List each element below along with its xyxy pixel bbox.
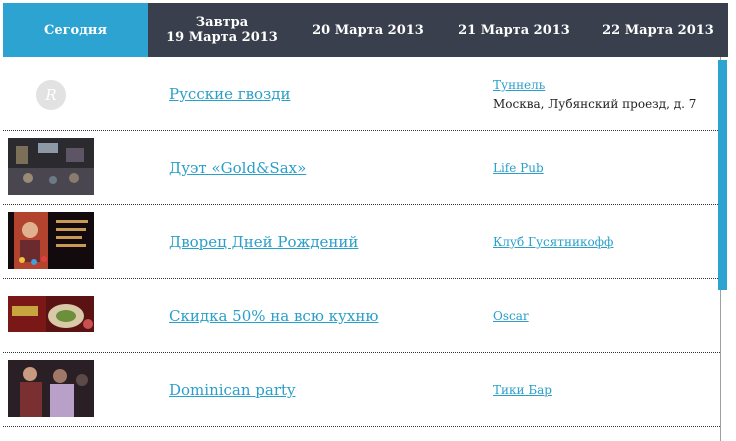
tab-march-21[interactable]: 21 Марта 2013 (440, 3, 588, 57)
tab-tomorrow-label: Завтра (195, 15, 249, 30)
tab-tomorrow-date: 19 Марта 2013 (166, 30, 278, 45)
event-title-link[interactable]: Дворец Дней Рождений (169, 233, 358, 251)
event-thumbnail[interactable] (8, 286, 94, 343)
event-venue-link[interactable]: Клуб Гусятникофф (493, 235, 613, 249)
event-row: Dominican party Тики Бар (3, 353, 720, 427)
event-title-link[interactable]: Скидка 50% на всю кухню (169, 307, 378, 325)
event-row: Дуэт «Gold&Sax» Life Pub (3, 131, 720, 205)
tab-today[interactable]: Сегодня (3, 3, 148, 57)
tab-march-20[interactable]: 20 Марта 2013 (296, 3, 440, 57)
event-row: R Русские гвозди Туннель Москва, Лубянск… (3, 57, 720, 131)
event-venue-link[interactable]: Туннель (493, 78, 545, 92)
event-venue-link[interactable]: Тики Бар (493, 383, 552, 397)
date-tabs: Сегодня Завтра 19 Марта 2013 20 Марта 20… (3, 3, 728, 57)
event-list: R Русские гвозди Туннель Москва, Лубянск… (3, 57, 721, 441)
event-title-link[interactable]: Дуэт «Gold&Sax» (169, 159, 306, 177)
tab-tomorrow[interactable]: Завтра 19 Марта 2013 (148, 3, 296, 57)
event-row: Скидка 50% на всю кухню Oscar (3, 279, 720, 353)
event-title-link[interactable]: Dominican party (169, 381, 296, 399)
event-address: Москва, Лубянский проезд, д. 7 (493, 97, 697, 111)
tab-march-20-label: 20 Марта 2013 (312, 22, 424, 38)
tab-today-label: Сегодня (43, 22, 108, 38)
event-thumbnail[interactable] (8, 138, 94, 195)
list-scrollbar[interactable] (718, 60, 727, 290)
event-title-link[interactable]: Русские гвозди (169, 85, 291, 103)
tab-march-21-label: 21 Марта 2013 (458, 22, 570, 38)
placeholder-logo-icon: R (36, 80, 66, 110)
placeholder-logo-letter: R (45, 86, 57, 104)
event-venue-link[interactable]: Oscar (493, 309, 529, 323)
event-thumbnail[interactable] (8, 212, 94, 269)
tab-march-22[interactable]: 22 Марта 2013 (588, 3, 728, 57)
tab-march-22-label: 22 Марта 2013 (602, 22, 714, 38)
event-row: Дворец Дней Рождений Клуб Гусятникофф (3, 205, 720, 279)
event-thumbnail[interactable] (8, 360, 94, 417)
event-venue-link[interactable]: Life Pub (493, 161, 544, 175)
